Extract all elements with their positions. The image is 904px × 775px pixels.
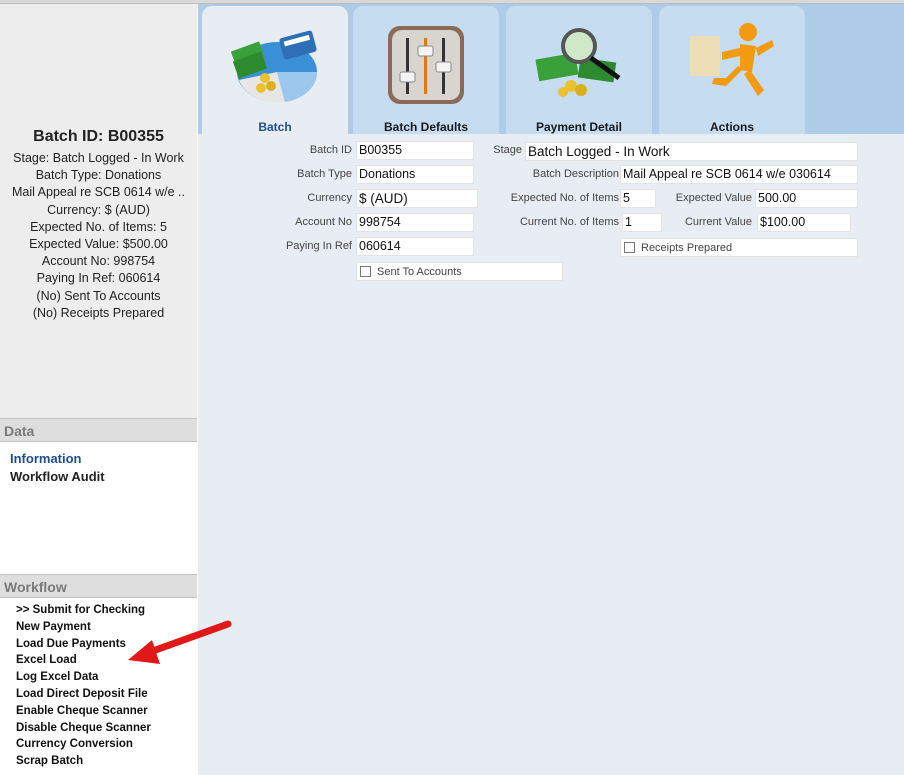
workflow-new-payment[interactable]: New Payment [16,621,91,633]
money-magnifier-icon [535,28,621,97]
current-value-field[interactable]: $100.00 [757,213,851,232]
tab-batch[interactable]: Batch [202,6,348,134]
expected-value-field[interactable]: 500.00 [755,189,858,208]
expected-value-label: Expected Value [675,192,752,204]
batch-type-label: Batch Type [297,168,352,180]
batch-summary: Batch ID: B00355 Stage: Batch Logged - I… [0,4,197,418]
main-panel: Batch Batch Defaults Payment Detail Acti… [198,4,904,775]
summary-expected-items: Expected No. of Items: 5 [30,219,167,234]
workflow-disable-cheque-scanner[interactable]: Disable Cheque Scanner [16,722,151,734]
summary-sent-to-accounts: (No) Sent To Accounts [36,288,161,303]
workflow-currency-conversion[interactable]: Currency Conversion [16,738,133,750]
data-item-information[interactable]: Information [10,451,82,466]
sliders-icon [388,26,464,104]
batch-description-field[interactable]: Mail Appeal re SCB 0614 w/e 030614 [620,165,858,184]
summary-stage: Stage: Batch Logged - In Work [13,151,184,165]
paying-in-ref-field[interactable]: 060614 [356,237,474,256]
current-value-label: Current Value [684,216,752,228]
summary-currency: Currency: $ (AUD) [47,202,150,217]
sent-to-accounts-row: Sent To Accounts [356,262,563,281]
money-pie-card-icon [230,30,318,103]
summary-batch-type: Batch Type: Donations [35,168,162,183]
data-section: Information Workflow Audit [0,442,197,574]
data-item-workflow-audit[interactable]: Workflow Audit [10,469,105,484]
data-section-header: Data [0,418,197,442]
receipts-prepared-checkbox[interactable] [624,242,635,253]
tab-batch-defaults[interactable]: Batch Defaults [353,6,499,134]
currency-label: Currency [307,192,352,204]
current-items-label: Current No. of Items [519,216,619,228]
summary-expected-value: Expected Value: $500.00 [29,237,168,252]
left-panel: Batch ID: B00355 Stage: Batch Logged - I… [0,4,197,775]
paying-in-ref-label: Paying In Ref [285,240,352,252]
tab-batch-label: Batch [258,120,292,134]
workflow-section: >> Submit for Checking New Payment Load … [0,598,197,775]
batch-id-label: Batch ID [309,144,352,156]
sent-to-accounts-checkbox[interactable] [360,266,371,277]
expected-items-field[interactable]: 5 [620,189,656,208]
tab-batch-defaults-label: Batch Defaults [383,120,469,134]
workflow-enable-cheque-scanner[interactable]: Enable Cheque Scanner [16,705,148,717]
tab-payment-detail[interactable]: Payment Detail [506,6,652,134]
workflow-load-direct-deposit-file[interactable]: Load Direct Deposit File [16,688,148,700]
current-items-field[interactable]: 1 [622,213,662,232]
summary-account-no: Account No: 998754 [41,254,156,269]
running-man-icon [690,23,774,96]
workflow-submit-for-checking[interactable]: >> Submit for Checking [16,604,145,616]
batch-description-label: Batch Description [532,168,619,180]
workflow-excel-load[interactable]: Excel Load [16,654,77,666]
tab-actions[interactable]: Actions [659,6,805,134]
receipts-prepared-row: Receipts Prepared [620,238,858,257]
account-no-label: Account No [295,216,352,228]
workflow-section-header: Workflow [0,574,197,598]
tab-actions-label: Actions [709,120,754,134]
expected-items-label: Expected No. of Items [510,192,619,204]
tab-bar: Batch Batch Defaults Payment Detail Acti… [198,4,904,134]
receipts-prepared-label: Receipts Prepared [641,242,733,254]
stage-field[interactable]: Batch Logged - In Work [525,142,858,161]
summary-paying-in-ref: Paying In Ref: 060614 [36,271,161,286]
workflow-load-due-payments[interactable]: Load Due Payments [16,638,126,650]
sent-to-accounts-label: Sent To Accounts [377,266,462,278]
summary-receipts-prepared: (No) Receipts Prepared [32,305,165,320]
workflow-log-excel-data[interactable]: Log Excel Data [16,671,98,683]
tab-payment-detail-label: Payment Detail [535,120,623,134]
batch-id-heading: Batch ID: B00355 [33,128,164,145]
workflow-scrap-batch[interactable]: Scrap Batch [16,755,83,767]
stage-label: Stage [493,144,522,156]
summary-description: Mail Appeal re SCB 0614 w/e .. [11,185,185,200]
